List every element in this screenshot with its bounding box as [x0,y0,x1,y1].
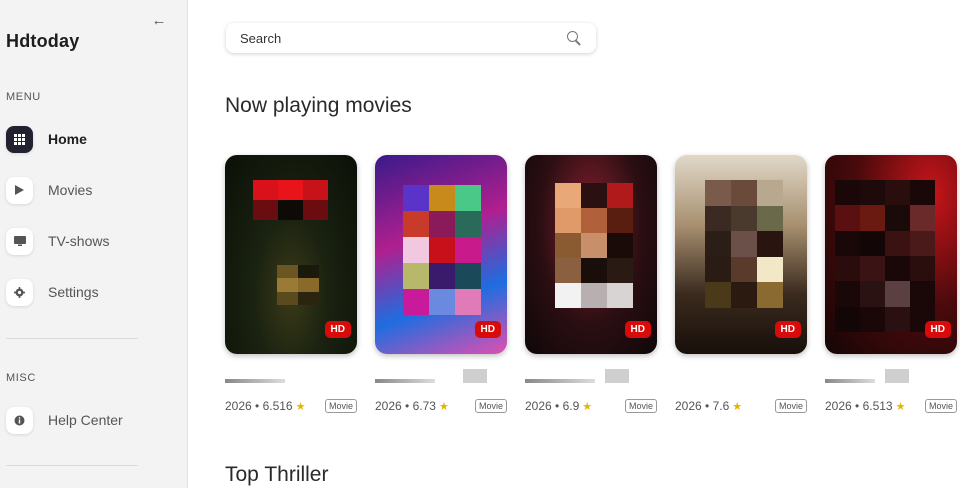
movie-year: 2026 [525,399,552,413]
movie-year: 2026 [225,399,252,413]
type-badge: Movie [924,399,957,413]
brand-logo[interactable]: Hdtoday [6,31,79,52]
star-icon: ★ [295,400,306,413]
movie-card[interactable]: HD 2026 • 6.73 ★ Movie [375,155,507,413]
poster-image [403,185,481,315]
movie-year: 2026 [825,399,852,413]
hd-badge: HD [324,321,351,338]
type-badge: Movie [474,399,507,413]
movie-year: 2026 [675,399,702,413]
menu-section-label: MENU [6,91,41,103]
movie-title [225,369,357,383]
movie-title [825,369,957,383]
star-icon: ★ [895,400,906,413]
tv-icon [6,227,33,255]
search-icon[interactable] [566,30,582,46]
hd-badge: HD [774,321,801,338]
sidebar-item-label: Help Center [48,412,123,428]
movie-rating: 6.513 [862,399,893,413]
meta-separator: • [851,399,863,413]
hd-badge: HD [624,321,651,338]
sidebar-divider [6,338,138,339]
movie-title [375,369,507,383]
movie-meta: 2026 • 6.513 ★ Movie [825,399,957,413]
type-badge: Movie [774,399,807,413]
star-icon: ★ [438,400,449,413]
movie-card[interactable]: HD 2026 • 6.9 ★ Movie [525,155,657,413]
movie-poster[interactable]: HD [525,155,657,354]
poster-image [835,180,935,332]
movie-rating: 6.516 [262,399,293,413]
movie-title [675,369,807,383]
meta-separator: • [251,399,263,413]
sidebar-divider [6,465,138,466]
sidebar-item-label: Movies [48,182,93,198]
arrow-left-icon[interactable]: ← [150,12,168,30]
sidebar-item-home[interactable]: Home [6,125,176,153]
grid-icon [6,125,33,153]
section-title-now-playing: Now playing movies [225,94,412,117]
movie-poster[interactable]: HD [225,155,357,354]
play-icon [6,176,33,204]
movie-rating: 6.73 [412,399,436,413]
poster-image [555,183,633,308]
sidebar-item-movies[interactable]: Movies [6,176,176,204]
movie-poster[interactable]: HD [825,155,957,354]
meta-separator: • [401,399,413,413]
type-badge: Movie [324,399,357,413]
misc-section-label: MISC [6,372,36,384]
section-title-top-thriller: Top Thriller [225,463,329,486]
hd-badge: HD [474,321,501,338]
type-badge: Movie [624,399,657,413]
sidebar-item-settings[interactable]: Settings [6,278,176,306]
movie-card[interactable]: HD 2026 • 6.513 ★ Movie [825,155,957,413]
sidebar-item-tv-shows[interactable]: TV-shows [6,227,176,255]
poster-image [705,180,783,308]
info-icon [6,406,33,434]
movie-meta: 2026 • 7.6 ★ Movie [675,399,807,413]
movie-card[interactable]: HD 2026 • 7.6 ★ Movie [675,155,807,413]
sidebar-item-label: Home [48,131,87,147]
sidebar-item-label: TV-shows [48,233,110,249]
gear-icon [6,278,33,306]
sidebar-item-help-center[interactable]: Help Center [6,406,176,434]
meta-separator: • [551,399,563,413]
poster-image [253,180,328,220]
movie-poster[interactable]: HD [375,155,507,354]
star-icon: ★ [732,400,743,413]
movie-meta: 2026 • 6.9 ★ Movie [525,399,657,413]
search-input[interactable] [240,30,566,46]
hd-badge: HD [924,321,951,338]
sidebar: ← Hdtoday MENU Home Movies TV-shows Sett… [0,0,188,488]
movie-card[interactable]: HD 2026 • 6.516 ★ Movie [225,155,357,413]
meta-separator: • [701,399,713,413]
star-icon: ★ [582,400,593,413]
movie-year: 2026 [375,399,402,413]
sidebar-item-label: Settings [48,284,99,300]
movie-rating: 6.9 [562,399,580,413]
movie-title [525,369,657,383]
movie-meta: 2026 • 6.73 ★ Movie [375,399,507,413]
movie-poster[interactable]: HD [675,155,807,354]
movie-meta: 2026 • 6.516 ★ Movie [225,399,357,413]
poster-image [277,265,319,305]
search-bar [226,23,596,53]
movie-rating: 7.6 [712,399,730,413]
